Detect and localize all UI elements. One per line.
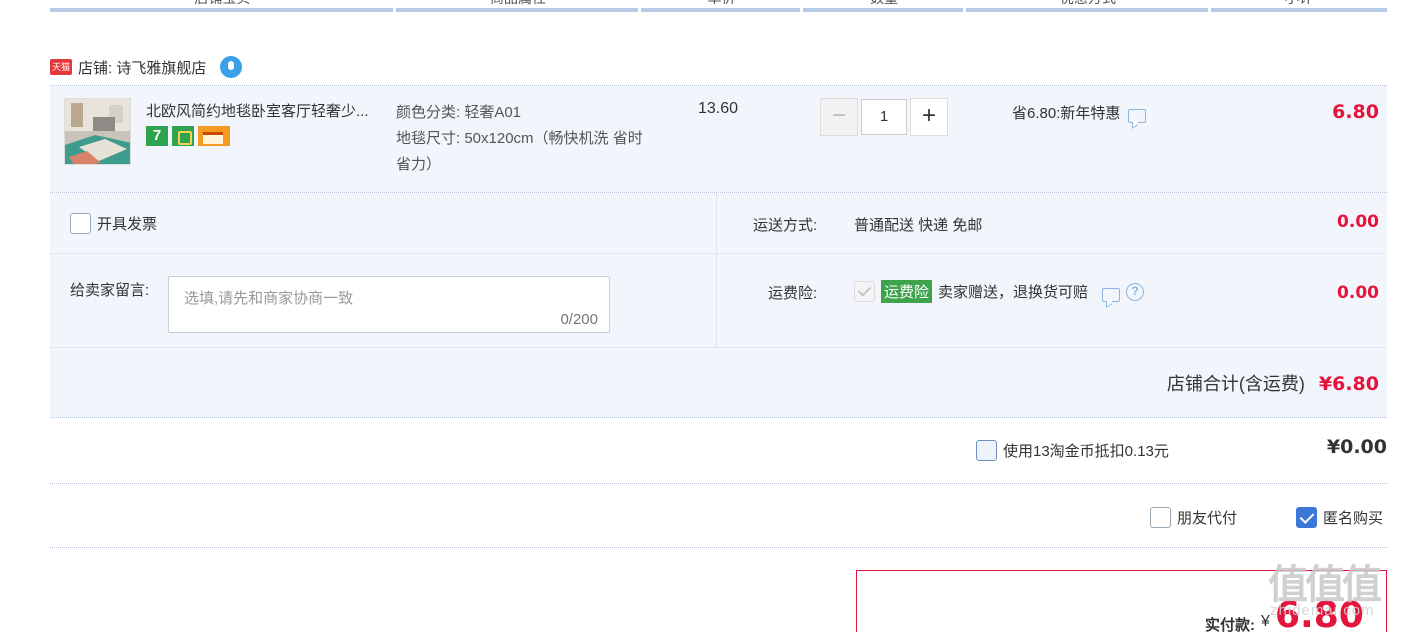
column-bar (803, 8, 963, 12)
column-header-row: 店铺宝贝 商品属性 单价 数量 优惠方式 小计 (50, 0, 1387, 12)
quantity-increase-button[interactable]: + (910, 98, 948, 136)
friend-pay-checkbox[interactable] (1150, 507, 1171, 528)
friend-pay-label: 朋友代付 (1177, 510, 1238, 527)
product-attributes: 颜色分类: 轻奢A01 地毯尺寸: 50x120cm（畅快机洗 省时省力） (396, 100, 646, 178)
divider (50, 547, 1387, 548)
divider (50, 347, 1387, 348)
discount-info: 省6.80:新年特惠 (1012, 102, 1147, 123)
payment-label: 实付款: (1205, 617, 1255, 632)
watermark-text: zhidemai.com (1270, 602, 1375, 619)
tmall-icon: 天猫 (50, 59, 72, 75)
shop-header: 天猫 店铺: 诗飞雅旗舰店 (50, 54, 243, 80)
insurance-fee: 0.00 (1337, 283, 1379, 303)
shop-total: 店铺合计(含运费) ¥6.80 (1167, 370, 1379, 396)
column-bar (641, 8, 800, 12)
message-placeholder: 选填,请先和商家协商一致 (184, 290, 354, 307)
insurance-description: 卖家赠送，退换货可赔 (938, 284, 1089, 301)
divider (716, 193, 717, 347)
coins-label: 使用13淘金币抵扣0.13元 (1003, 443, 1169, 460)
comment-icon[interactable] (1102, 287, 1121, 302)
item-subtotal: 6.80 (1332, 101, 1379, 123)
guarantee-icon (172, 126, 194, 146)
shipping-method-label: 运送方式: (753, 217, 818, 234)
shop-total-value: ¥6.80 (1318, 373, 1379, 395)
shop-name-link[interactable]: 店铺: 诗飞雅旗舰店 (78, 57, 206, 78)
column-bar (396, 8, 638, 12)
shipping-fee: 0.00 (1337, 212, 1379, 232)
shop-total-label: 店铺合计(含运费) (1166, 374, 1305, 394)
anonymous-checkbox[interactable] (1296, 507, 1317, 528)
invoice-label: 开具发票 (97, 216, 158, 233)
divider (50, 417, 1387, 418)
quantity-decrease-button[interactable]: − (820, 98, 858, 136)
coins-deduction-value: ¥0.00 (1326, 436, 1387, 458)
attribute-size: 地毯尺寸: 50x120cm（畅快机洗 省时省力） (396, 130, 643, 173)
divider (50, 253, 1387, 254)
credit-card-icon (198, 126, 230, 146)
comment-icon[interactable] (1128, 108, 1147, 123)
friend-pay-option[interactable]: 朋友代付 (1150, 507, 1237, 528)
wangwang-chat-icon[interactable] (220, 56, 243, 78)
invoice-option[interactable]: 开具发票 (70, 213, 157, 234)
column-bar (50, 8, 393, 12)
insurance-checkbox (854, 281, 875, 302)
product-thumbnail[interactable] (64, 98, 131, 165)
help-icon[interactable]: ? (1126, 282, 1145, 301)
message-char-count: 0/200 (560, 311, 598, 328)
shipping-insurance-label: 运费险: (768, 285, 818, 302)
invoice-checkbox[interactable] (70, 213, 91, 234)
anonymous-purchase-option[interactable]: 匿名购买 (1296, 507, 1383, 528)
product-image (65, 99, 130, 164)
unit-price: 13.60 (698, 100, 739, 117)
order-options-panel: 开具发票 运送方式: 普通配送 快递 免邮 0.00 给卖家留言: 选填,请先和… (50, 193, 1387, 417)
quantity-stepper: − 1 + (820, 98, 948, 136)
discount-text: 省6.80:新年特惠 (1012, 105, 1121, 122)
shipping-method-value: 普通配送 快递 免邮 (854, 217, 983, 234)
taobao-coins-option[interactable]: 使用13淘金币抵扣0.13元 (976, 440, 1169, 461)
column-bar (1211, 8, 1387, 12)
order-item-row: 北欧风简约地毯卧室客厅轻奢少... 7 颜色分类: 轻奢A01 地毯尺寸: 50… (50, 86, 1387, 192)
message-label: 给卖家留言: (70, 282, 150, 299)
service-tags: 7 (146, 126, 230, 146)
anonymous-label: 匿名购买 (1323, 510, 1384, 527)
seven-day-return-icon: 7 (146, 126, 168, 146)
column-bar (966, 8, 1208, 12)
divider (50, 483, 1387, 484)
quantity-input[interactable]: 1 (861, 99, 907, 135)
seller-message-textarea[interactable]: 选填,请先和商家协商一致 0/200 (168, 276, 610, 333)
attribute-color: 颜色分类: 轻奢A01 (396, 104, 522, 121)
watermark: 值值值 zhidemai.com (1268, 552, 1408, 628)
shipping-insurance-option: 运费险 卖家赠送，退换货可赔 ? (854, 280, 1145, 303)
product-title-link[interactable]: 北欧风简约地毯卧室客厅轻奢少... (146, 100, 391, 121)
insurance-badge: 运费险 (881, 280, 933, 303)
coins-checkbox[interactable] (976, 440, 997, 461)
